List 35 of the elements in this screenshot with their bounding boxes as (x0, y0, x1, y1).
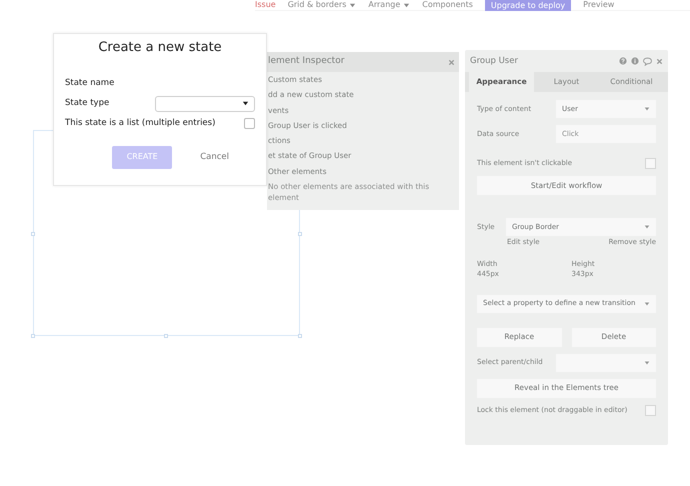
menu-item[interactable]: Grid & borders (288, 0, 346, 11)
issue-link[interactable]: Issue (255, 0, 276, 11)
caret-icon (349, 2, 356, 8)
list-checkbox[interactable] (244, 118, 255, 130)
info-icon[interactable] (631, 57, 639, 65)
caret-icon (644, 360, 650, 366)
field-label: This state is a list (multiple entries) (65, 117, 216, 130)
help-icon[interactable] (619, 57, 627, 65)
resize-handle[interactable] (164, 334, 168, 338)
clickable-checkbox[interactable] (645, 158, 656, 169)
upgrade-button[interactable]: Upgrade to deploy (484, 0, 572, 10)
resize-handle[interactable] (31, 334, 35, 338)
field-label: State name (65, 77, 114, 90)
menu-item[interactable]: Arrange (368, 0, 400, 11)
resize-handle[interactable] (298, 334, 302, 338)
field-label: State type (65, 97, 110, 110)
caret-icon (644, 106, 650, 112)
caret-icon (644, 300, 650, 306)
caret-icon (242, 100, 249, 108)
components-link[interactable]: Components (422, 0, 473, 11)
resize-handle[interactable] (298, 232, 302, 236)
parent-child-dropdown[interactable] (556, 354, 656, 372)
preview-link[interactable]: Preview (583, 0, 614, 11)
dialog-title: Create a new state (97, 40, 223, 56)
resize-handle[interactable] (31, 232, 35, 236)
lock-checkbox[interactable] (645, 404, 656, 416)
caret-icon (644, 224, 650, 230)
close-icon[interactable] (448, 58, 455, 66)
panel-title: Group User (470, 54, 518, 68)
comment-icon[interactable] (643, 56, 652, 66)
close-icon[interactable] (656, 58, 663, 64)
caret-icon (403, 2, 410, 8)
state-type-dropdown[interactable] (155, 96, 255, 112)
cancel-button[interactable]: Cancel (194, 150, 235, 164)
panel-title: lement Inspector (268, 55, 344, 68)
